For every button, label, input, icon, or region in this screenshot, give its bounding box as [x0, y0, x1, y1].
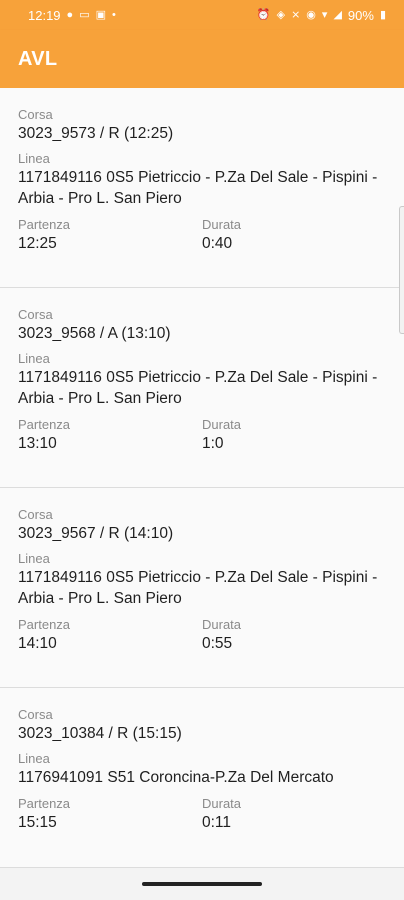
- linea-value: 1176941091 S51 Coroncina-P.Za Del Mercat…: [18, 769, 334, 786]
- battery-level: 90%: [347, 7, 374, 23]
- trip-card[interactable]: Corsa 3023_10384 / R (15:15) Linea 11769…: [0, 688, 404, 868]
- nfc-icon: ◈: [276, 8, 286, 21]
- linea-label: Linea: [18, 151, 50, 166]
- trip-times: Partenza 14:10 Durata 0:55: [18, 617, 386, 654]
- scrollbar-thumb[interactable]: [399, 206, 404, 334]
- laptop-icon: ▭: [79, 8, 90, 21]
- instagram-icon: ▣: [95, 8, 107, 21]
- status-bar: 12:19 ● ▭ ▣ • ⏰ ◈ ⨯ ◉ ▾ ◢ 90% ▮: [0, 0, 404, 30]
- partenza-column: Partenza 14:10: [18, 617, 202, 654]
- durata-label: Durata: [202, 796, 242, 811]
- corsa-value: 3023_9573 / R (12:25): [18, 125, 174, 142]
- partenza-label: Partenza: [18, 417, 71, 432]
- whatsapp-icon: ●: [66, 8, 74, 21]
- trip-times: Partenza 15:15 Durata 0:11: [18, 796, 386, 833]
- app-title: AVL: [18, 47, 58, 70]
- partenza-label: Partenza: [18, 217, 71, 232]
- durata-column: Durata 1:0: [202, 417, 386, 454]
- status-bar-left: 12:19 ● ▭ ▣ •: [28, 8, 116, 23]
- partenza-value: 13:10: [18, 435, 57, 452]
- linea-label: Linea: [18, 751, 50, 766]
- durata-column: Durata 0:40: [202, 217, 386, 254]
- durata-value: 0:40: [202, 235, 233, 252]
- trip-card[interactable]: Corsa 3023_9573 / R (12:25) Linea 117184…: [0, 88, 404, 288]
- corsa-label: Corsa: [18, 507, 53, 522]
- wifi-icon: ▾: [321, 8, 328, 21]
- navigation-bar: [0, 868, 404, 900]
- location-icon: ◉: [306, 8, 316, 21]
- dot-icon: •: [112, 8, 116, 21]
- partenza-value: 12:25: [18, 235, 57, 252]
- durata-value: 1:0: [202, 435, 224, 452]
- status-bar-right: ⏰ ◈ ⨯ ◉ ▾ ◢ 90% ▮: [257, 8, 386, 23]
- corsa-value: 3023_9567 / R (14:10): [18, 525, 174, 542]
- partenza-column: Partenza 13:10: [18, 417, 202, 454]
- partenza-label: Partenza: [18, 796, 71, 811]
- corsa-label: Corsa: [18, 107, 53, 122]
- durata-label: Durata: [202, 617, 242, 632]
- corsa-label: Corsa: [18, 707, 53, 722]
- durata-column: Durata 0:55: [202, 617, 386, 654]
- home-gesture-bar[interactable]: [142, 882, 262, 886]
- partenza-label: Partenza: [18, 617, 71, 632]
- linea-label: Linea: [18, 351, 50, 366]
- linea-value: 1171849116 0S5 Pietriccio - P.Za Del Sal…: [18, 169, 378, 207]
- corsa-value: 3023_9568 / A (13:10): [18, 325, 171, 342]
- battery-icon: ▮: [379, 8, 386, 21]
- durata-label: Durata: [202, 217, 242, 232]
- trip-times: Partenza 12:25 Durata 0:40: [18, 217, 386, 254]
- durata-value: 0:11: [202, 814, 232, 831]
- linea-label: Linea: [18, 551, 50, 566]
- corsa-label: Corsa: [18, 307, 53, 322]
- alarm-icon: ⏰: [256, 8, 271, 21]
- partenza-column: Partenza 12:25: [18, 217, 202, 254]
- durata-label: Durata: [202, 417, 242, 432]
- status-time: 12:19: [28, 7, 61, 23]
- signal-icon: ◢: [333, 8, 342, 21]
- partenza-value: 14:10: [18, 635, 57, 652]
- partenza-column: Partenza 15:15: [18, 796, 202, 833]
- trip-card[interactable]: Corsa 3023_9568 / A (13:10) Linea 117184…: [0, 288, 404, 488]
- durata-column: Durata 0:11: [202, 796, 386, 833]
- trip-times: Partenza 13:10 Durata 1:0: [18, 417, 386, 454]
- app-bar: AVL: [0, 30, 404, 88]
- trip-card[interactable]: Corsa 3023_9567 / R (14:10) Linea 117184…: [0, 488, 404, 688]
- corsa-value: 3023_10384 / R (15:15): [18, 725, 182, 742]
- partenza-value: 15:15: [18, 814, 57, 831]
- linea-value: 1171849116 0S5 Pietriccio - P.Za Del Sal…: [18, 569, 378, 607]
- trip-list[interactable]: Corsa 3023_9573 / R (12:25) Linea 117184…: [0, 88, 404, 868]
- durata-value: 0:55: [202, 635, 233, 652]
- mute-icon: ⨯: [291, 8, 301, 21]
- linea-value: 1171849116 0S5 Pietriccio - P.Za Del Sal…: [18, 369, 378, 407]
